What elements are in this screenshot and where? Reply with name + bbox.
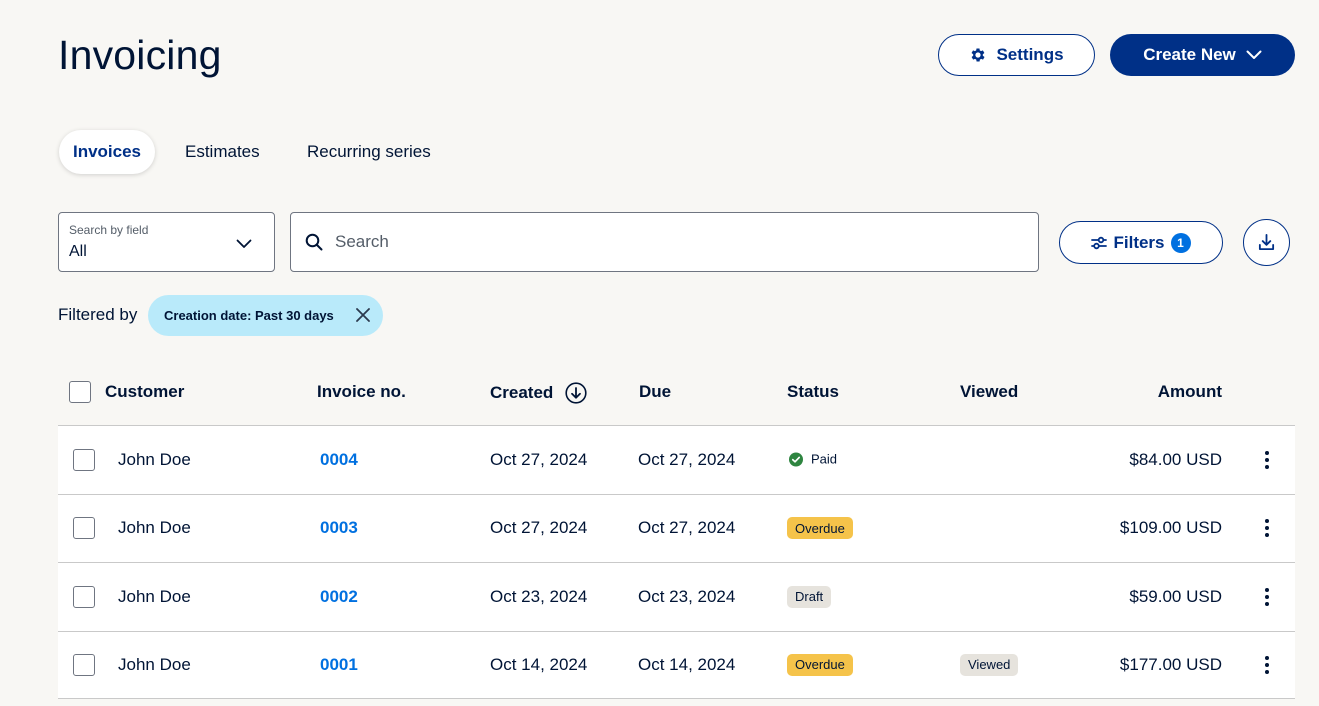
download-button[interactable] xyxy=(1243,219,1290,266)
due-date: Oct 23, 2024 xyxy=(638,586,736,606)
search-input[interactable] xyxy=(335,232,985,252)
amount-value: $109.00 USD xyxy=(1119,518,1222,538)
settings-label: Settings xyxy=(996,45,1064,64)
kebab-menu-icon[interactable] xyxy=(1259,450,1275,469)
table-row[interactable]: John Doe 0002 Oct 23, 2024 Oct 23, 2024 … xyxy=(58,562,1295,631)
column-header-created-label: Created xyxy=(490,383,554,402)
table-row[interactable]: John Doe 0001 Oct 14, 2024 Oct 14, 2024 … xyxy=(58,630,1295,699)
search-box xyxy=(290,212,1039,272)
check-circle-icon xyxy=(789,452,803,467)
chevron-down-icon xyxy=(1246,50,1262,60)
kebab-menu-icon[interactable] xyxy=(1259,519,1275,538)
search-icon xyxy=(305,233,323,251)
created-date: Oct 27, 2024 xyxy=(490,518,588,538)
filtered-by-label: Filtered by xyxy=(58,305,138,324)
column-header-created[interactable]: Created xyxy=(490,382,587,404)
amount-value: $84.00 USD xyxy=(1129,449,1222,469)
filters-label: Filters xyxy=(1113,232,1165,252)
filter-sliders-icon xyxy=(1091,236,1108,250)
invoice-number-link[interactable]: 0001 xyxy=(320,655,358,675)
filter-chip-label: Creation date: Past 30 days xyxy=(164,308,334,323)
customer-name: John Doe xyxy=(118,449,191,469)
kebab-menu-icon[interactable] xyxy=(1259,655,1275,674)
due-date: Oct 27, 2024 xyxy=(638,449,736,469)
page-title: Invoicing xyxy=(58,32,222,78)
invoice-table: John Doe 0004 Oct 27, 2024 Oct 27, 2024 … xyxy=(58,425,1295,699)
customer-name: John Doe xyxy=(118,654,191,674)
tab-estimates[interactable]: Estimates xyxy=(185,130,260,174)
tab-invoices[interactable]: Invoices xyxy=(59,130,155,174)
status-label: Draft xyxy=(787,585,832,608)
filters-count-badge: 1 xyxy=(1170,232,1191,253)
search-field-select[interactable]: Search by field All xyxy=(58,212,275,272)
row-checkbox[interactable] xyxy=(73,585,95,608)
created-date: Oct 27, 2024 xyxy=(490,449,588,469)
gear-icon xyxy=(969,46,987,64)
viewed-badge: Viewed xyxy=(960,653,1019,676)
due-date: Oct 27, 2024 xyxy=(638,518,736,538)
sort-down-icon[interactable] xyxy=(565,382,587,404)
close-icon[interactable] xyxy=(356,308,370,322)
create-new-label: Create New xyxy=(1143,45,1236,64)
kebab-menu-icon[interactable] xyxy=(1259,587,1275,606)
filters-button[interactable]: Filters 1 xyxy=(1059,221,1223,264)
filter-chip: Creation date: Past 30 days xyxy=(148,295,383,336)
download-icon xyxy=(1257,233,1276,252)
column-header-amount: Amount xyxy=(1157,382,1222,401)
table-row[interactable]: John Doe 0004 Oct 27, 2024 Oct 27, 2024 … xyxy=(58,425,1295,494)
column-header-invoice: Invoice no. xyxy=(317,382,406,401)
settings-button[interactable]: Settings xyxy=(938,34,1095,76)
status-badge: Draft xyxy=(787,585,832,608)
invoice-number-link[interactable]: 0002 xyxy=(320,587,358,607)
row-checkbox[interactable] xyxy=(73,448,95,471)
create-new-button[interactable]: Create New xyxy=(1110,34,1295,76)
column-header-due: Due xyxy=(639,382,672,401)
due-date: Oct 14, 2024 xyxy=(638,654,736,674)
invoice-number-link[interactable]: 0004 xyxy=(320,450,358,470)
status-label: Paid xyxy=(811,451,838,467)
status-badge: Overdue xyxy=(787,653,853,676)
table-row[interactable]: John Doe 0003 Oct 27, 2024 Oct 27, 2024 … xyxy=(58,493,1295,563)
column-header-customer: Customer xyxy=(105,382,185,401)
tab-recurring-series[interactable]: Recurring series xyxy=(307,130,431,174)
row-checkbox[interactable] xyxy=(73,517,95,540)
invoice-number-link[interactable]: 0003 xyxy=(320,518,358,538)
created-date: Oct 23, 2024 xyxy=(490,586,588,606)
customer-name: John Doe xyxy=(118,518,191,538)
status-label: Overdue xyxy=(787,653,853,676)
status-badge: Overdue xyxy=(787,517,853,540)
status-badge: Paid xyxy=(787,448,839,471)
created-date: Oct 14, 2024 xyxy=(490,654,588,674)
amount-value: $177.00 USD xyxy=(1119,654,1222,674)
status-label: Overdue xyxy=(787,517,853,540)
chevron-down-icon xyxy=(236,236,252,254)
select-all-checkbox[interactable] xyxy=(69,381,91,403)
viewed-label: Viewed xyxy=(960,653,1019,676)
amount-value: $59.00 USD xyxy=(1129,586,1222,606)
column-header-viewed: Viewed xyxy=(960,382,1019,401)
column-header-status: Status xyxy=(787,382,839,401)
search-field-value: All xyxy=(69,243,87,260)
search-field-label: Search by field xyxy=(69,223,149,237)
row-checkbox[interactable] xyxy=(73,653,95,676)
customer-name: John Doe xyxy=(118,586,191,606)
